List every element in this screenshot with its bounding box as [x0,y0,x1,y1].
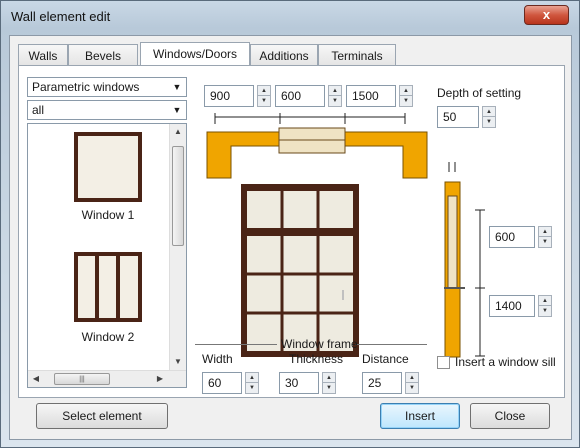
tab-bevels[interactable]: Bevels [68,44,138,67]
windows-doors-panel: Parametric windows ▼ all ▼ Window 1 Wind… [18,65,565,398]
spin-buttons[interactable]: ▲ ▼ [399,85,413,107]
dimension-middle-value[interactable]: 600 [275,85,325,107]
scroll-thumb[interactable] [172,146,184,246]
spin-buttons[interactable]: ▲ ▼ [538,295,552,317]
spin-buttons[interactable]: ▲ ▼ [322,372,336,394]
sash-glass [247,236,353,351]
group-border [355,344,427,345]
spin-buttons[interactable]: ▲ ▼ [257,85,271,107]
sill-checkbox[interactable] [437,356,450,369]
spin-up-icon[interactable]: ▲ [258,86,270,96]
side-lower-value[interactable]: 1400 [489,295,535,317]
spin-down-icon[interactable]: ▼ [323,383,335,393]
spin-up-icon[interactable]: ▲ [539,296,551,306]
spin-up-icon[interactable]: ▲ [539,227,551,237]
spin-down-icon[interactable]: ▼ [539,306,551,316]
window-type-value: Parametric windows [32,80,140,94]
dialog-client: Walls Bevels Windows/Doors Additions Ter… [9,35,572,440]
spin-up-icon[interactable]: ▲ [323,373,335,383]
scroll-thumb-h[interactable]: ||| [54,373,110,385]
spin-buttons[interactable]: ▲ ▼ [328,85,342,107]
thickness-label: Thickness [289,352,344,366]
width-label: Width [202,352,233,366]
spin-up-icon[interactable]: ▲ [400,86,412,96]
dialog-window: Wall element edit x Walls Bevels Windows… [0,0,580,448]
scroll-down-icon[interactable]: ▼ [170,354,186,370]
transom-glass [247,191,353,228]
window-1-thumbnail [74,132,142,202]
chevron-down-icon: ▼ [172,82,182,92]
dimension-right-value[interactable]: 1500 [346,85,396,107]
tab-walls[interactable]: Walls [18,44,68,67]
spin-down-icon[interactable]: ▼ [406,383,418,393]
chevron-down-icon: ▼ [172,105,182,115]
spin-buttons[interactable]: ▲ ▼ [245,372,259,394]
filter-select[interactable]: all ▼ [27,100,187,120]
tab-additions[interactable]: Additions [250,44,318,67]
spin-buttons[interactable]: ▲ ▼ [405,372,419,394]
scroll-right-icon[interactable]: ▶ [152,371,168,387]
close-icon: x [542,7,551,22]
scroll-left-icon[interactable]: ◀ [28,371,44,387]
distance-label: Distance [362,352,409,366]
spin-down-icon[interactable]: ▼ [400,96,412,106]
title-bar[interactable]: Wall element edit x [1,1,579,31]
window-2-label: Window 2 [81,330,135,344]
group-border [195,344,277,345]
window-1-label: Window 1 [81,208,135,222]
close-button[interactable]: Close [470,403,550,429]
insert-button[interactable]: Insert [380,403,460,429]
spin-down-icon[interactable]: ▼ [539,237,551,247]
spin-up-icon[interactable]: ▲ [246,373,258,383]
mullion [95,256,99,318]
window-diagram [195,110,485,358]
window-list[interactable]: Window 1 Window 2 ▲ ▼ ◀ ||| ▶ [27,123,187,388]
spin-down-icon[interactable]: ▼ [258,96,270,106]
frame-thickness-value[interactable]: 30 [279,372,319,394]
horizontal-scrollbar[interactable]: ◀ ||| ▶ [28,370,186,387]
sill-label: Insert a window sill [455,355,556,369]
spin-buttons[interactable]: ▲ ▼ [538,226,552,248]
scroll-up-icon[interactable]: ▲ [170,124,186,140]
window-frame-legend: Window frame [281,337,358,351]
frame-distance-value[interactable]: 25 [362,372,402,394]
dimension-left-value[interactable]: 900 [204,85,254,107]
select-element-button[interactable]: Select element [36,403,168,429]
spin-down-icon[interactable]: ▼ [246,383,258,393]
window-side-section [447,195,458,289]
close-window-button[interactable]: x [524,5,569,25]
mullion [116,256,120,318]
spin-up-icon[interactable]: ▲ [329,86,341,96]
window-title: Wall element edit [11,9,111,24]
window-2-thumbnail [74,252,142,322]
frame-width-value[interactable]: 60 [202,372,242,394]
window-type-select[interactable]: Parametric windows ▼ [27,77,187,97]
tab-terminals[interactable]: Terminals [318,44,396,67]
side-upper-value[interactable]: 600 [489,226,535,248]
vertical-scrollbar[interactable]: ▲ ▼ [169,124,186,370]
depth-label: Depth of setting [437,86,522,100]
spin-down-icon[interactable]: ▼ [329,96,341,106]
filter-value: all [32,103,45,117]
spin-up-icon[interactable]: ▲ [406,373,418,383]
